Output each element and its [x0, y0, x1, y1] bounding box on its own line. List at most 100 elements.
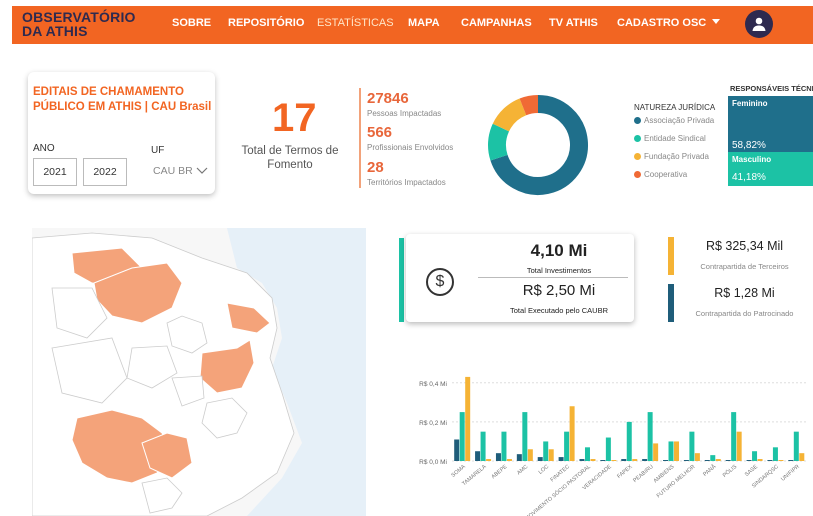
legend-fundacao-privada: Fundação Privada: [634, 152, 709, 161]
bar[interactable]: [704, 460, 710, 461]
bar[interactable]: [495, 453, 501, 461]
bar[interactable]: [558, 457, 564, 461]
uf-select-value: CAU BR: [153, 165, 193, 177]
bar[interactable]: [626, 421, 632, 461]
x-tick-label: FAPEX: [616, 464, 634, 480]
bar[interactable]: [579, 459, 585, 461]
bar[interactable]: [564, 431, 570, 461]
bar[interactable]: [454, 439, 460, 461]
bar[interactable]: [715, 459, 721, 461]
terceiros-label: Contrapartida de Terceiros: [700, 262, 789, 271]
bar[interactable]: [621, 459, 627, 461]
brazil-map[interactable]: [32, 228, 366, 516]
uf-select[interactable]: CAU BR: [149, 160, 212, 182]
masculino-tile[interactable]: Masculino 41,18%: [728, 152, 813, 186]
legend-label: Fundação Privada: [644, 152, 709, 161]
bar[interactable]: [767, 460, 773, 461]
user-account-button[interactable]: [745, 10, 773, 38]
legend-dot: [634, 153, 641, 160]
y-tick-label: R$ 0,4 Mi: [419, 381, 447, 388]
ano-to-input[interactable]: 2022: [83, 158, 127, 186]
masculino-value: 41,18%: [732, 172, 766, 183]
bar[interactable]: [683, 460, 689, 461]
bar[interactable]: [543, 441, 549, 461]
x-tick-label: AMC: [516, 464, 529, 476]
bar[interactable]: [522, 412, 528, 461]
nav-repositorio[interactable]: REPOSITÓRIO: [228, 17, 304, 29]
bar[interactable]: [674, 441, 680, 461]
feminino-label: Feminino: [732, 99, 768, 108]
bar[interactable]: [788, 460, 794, 461]
bar[interactable]: [516, 454, 522, 461]
terceiros-accent-bar: [668, 237, 674, 275]
bar[interactable]: [527, 449, 533, 461]
patrocinado-value: R$ 1,28 Mi: [714, 286, 775, 300]
bar[interactable]: [584, 447, 590, 461]
natureza-donut-chart[interactable]: [483, 90, 593, 200]
legend-entidade-sindical: Entidade Sindical: [634, 134, 706, 143]
nav-mapa[interactable]: MAPA: [408, 17, 440, 29]
logo-line-2: DA ATHIS: [22, 23, 88, 39]
nav-cadastro-osc[interactable]: CADASTRO OSC: [617, 17, 721, 29]
bar[interactable]: [632, 459, 638, 461]
uf-label: UF: [151, 145, 165, 156]
bar[interactable]: [642, 459, 648, 461]
total-investimentos-value: 4,10 Mi: [530, 241, 588, 260]
nav-estatisticas[interactable]: ESTATÍSTICAS: [317, 17, 394, 29]
nav-campanhas[interactable]: CAMPANHAS: [461, 17, 532, 29]
bar[interactable]: [694, 453, 700, 461]
profissionais-value: 566: [367, 124, 393, 141]
bar[interactable]: [501, 431, 507, 461]
bar[interactable]: [793, 431, 799, 461]
bar[interactable]: [710, 455, 716, 461]
bar[interactable]: [647, 412, 653, 461]
bar[interactable]: [746, 460, 752, 461]
bar[interactable]: [731, 412, 737, 461]
ano-from-input[interactable]: 2021: [33, 158, 77, 186]
bar[interactable]: [611, 460, 617, 461]
filter-title: EDITAIS DE CHAMAMENTO PÚBLICO EM ATHIS |…: [33, 86, 212, 113]
bar[interactable]: [653, 443, 659, 461]
bar[interactable]: [506, 459, 512, 461]
donut-slice-2[interactable]: [492, 98, 527, 132]
termos-label: Total de Termos de Fomento: [241, 145, 339, 171]
bar[interactable]: [778, 460, 784, 461]
feminino-tile[interactable]: Feminino 58,82%: [728, 96, 813, 154]
x-tick-label: LOC: [538, 464, 551, 476]
x-tick-label: SOMA: [450, 464, 467, 479]
bar[interactable]: [605, 437, 611, 461]
osc-investment-bar-chart[interactable]: R$ 0,0 MiR$ 0,2 MiR$ 0,4 MiSOMATAMARELA A…: [400, 353, 813, 516]
bar[interactable]: [459, 412, 465, 461]
bar[interactable]: [663, 460, 669, 461]
bar[interactable]: [600, 460, 606, 461]
bar[interactable]: [537, 457, 543, 461]
bar[interactable]: [757, 459, 763, 461]
total-executado-value: R$ 2,50 Mi: [522, 282, 596, 299]
donut-slice-3[interactable]: [519, 95, 539, 116]
bar[interactable]: [465, 376, 471, 461]
bar[interactable]: [480, 431, 486, 461]
bar[interactable]: [548, 449, 554, 461]
bar[interactable]: [752, 451, 758, 461]
total-investimentos-label: Total Investimentos: [526, 266, 592, 275]
bar[interactable]: [486, 459, 492, 461]
nav-sobre[interactable]: SOBRE: [172, 17, 211, 29]
donut-slice-1[interactable]: [488, 123, 510, 161]
bar[interactable]: [799, 453, 805, 461]
bar[interactable]: [569, 406, 575, 461]
nav-tv-athis[interactable]: TV ATHIS: [549, 17, 598, 29]
top-navbar: OBSERVATÓRIO DA ATHIS SOBRE REPOSITÓRIO …: [12, 6, 813, 44]
bar[interactable]: [590, 459, 596, 461]
bar[interactable]: [689, 431, 695, 461]
bar[interactable]: [772, 447, 778, 461]
legend-dot: [634, 135, 641, 142]
bar[interactable]: [668, 441, 674, 461]
bar[interactable]: [736, 431, 742, 461]
invest-accent-bar: [399, 238, 404, 322]
bar[interactable]: [475, 451, 481, 461]
contrapartida-patrocinado-card: R$ 1,28 Mi Contrapartida do Patrocinado: [668, 284, 813, 322]
site-logo[interactable]: OBSERVATÓRIO DA ATHIS: [22, 10, 136, 38]
bar[interactable]: [725, 460, 731, 461]
nav-cadastro-osc-label: CADASTRO OSC: [617, 17, 707, 29]
legend-label: Cooperativa: [644, 170, 688, 179]
